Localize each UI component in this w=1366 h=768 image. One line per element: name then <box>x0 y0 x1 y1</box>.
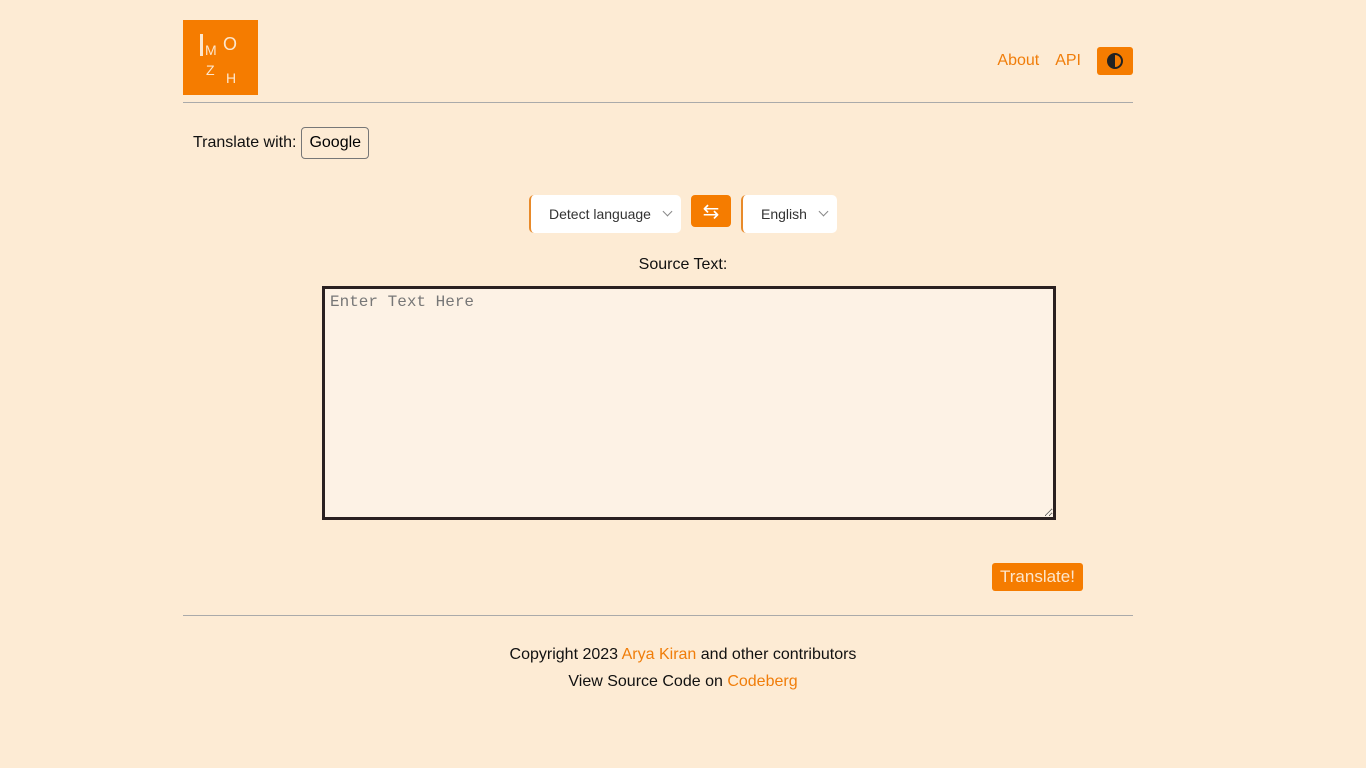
copyright-text-suffix: and other contributors <box>700 646 857 663</box>
footer-divider <box>183 615 1133 616</box>
engine-label: Translate with: <box>193 134 297 151</box>
chevron-down-icon <box>662 206 673 217</box>
swap-icon: ⇆ <box>702 200 720 223</box>
logo-letter: O <box>223 34 238 54</box>
engine-selector: Translate with: Google <box>193 127 370 159</box>
source-language-value: Detect language <box>549 206 651 222</box>
source-text-label: Source Text: <box>638 256 728 273</box>
translate-button[interactable]: Translate! <box>992 563 1083 591</box>
contrast-icon <box>1107 53 1123 69</box>
source-text-input[interactable] <box>322 286 1056 520</box>
source-code-text: View Source Code on <box>568 673 723 690</box>
header-divider <box>183 102 1133 103</box>
target-language-select[interactable]: English <box>741 195 837 233</box>
api-link[interactable]: API <box>1055 52 1081 70</box>
logo[interactable]: M O Z H <box>183 20 258 95</box>
engine-button[interactable]: Google <box>301 127 370 159</box>
about-link[interactable]: About <box>997 52 1039 70</box>
source-code-line: View Source Code on Codeberg <box>0 673 1366 691</box>
logo-letter: M <box>205 42 217 58</box>
source-language-select[interactable]: Detect language <box>529 195 681 233</box>
copyright: Copyright 2023 Arya Kiran and other cont… <box>0 646 1366 664</box>
codeberg-link[interactable]: Codeberg <box>727 673 797 690</box>
logo-letter: Z <box>206 62 215 78</box>
chevron-down-icon <box>818 206 829 217</box>
swap-languages-button[interactable]: ⇆ <box>691 195 731 227</box>
target-language-value: English <box>761 206 807 222</box>
top-nav: About API <box>997 47 1133 75</box>
logo-letter: H <box>226 70 237 86</box>
author-link[interactable]: Arya Kiran <box>622 646 697 663</box>
theme-toggle-button[interactable] <box>1097 47 1133 75</box>
copyright-text: Copyright 2023 <box>509 646 619 663</box>
